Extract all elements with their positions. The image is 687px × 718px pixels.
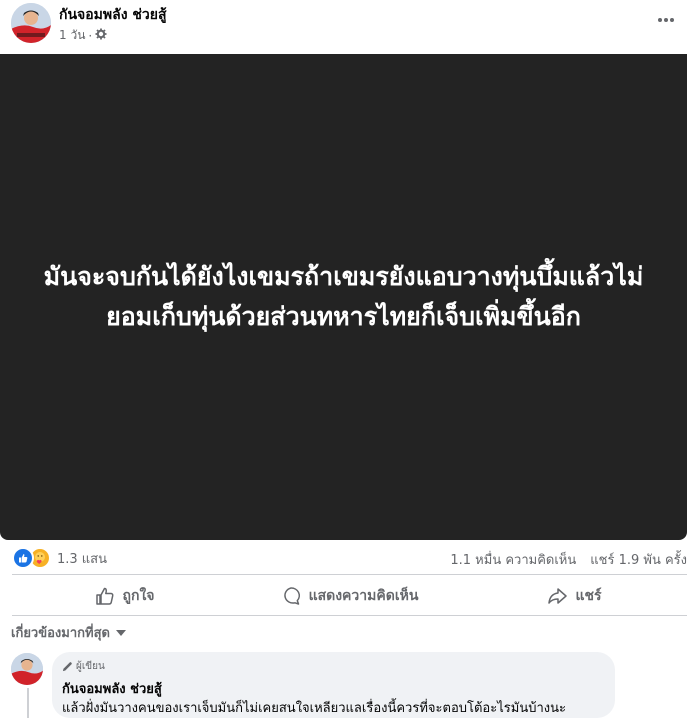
comment-author-avatar[interactable] [11,653,43,685]
author-badge-label: ผู้เขียน [76,661,105,672]
like-icon [12,547,34,569]
caret-down-icon [115,629,126,636]
share-count[interactable]: แชร์ 1.9 พัน ครั้ง [590,549,687,570]
share-button-label: แชร์ [575,588,602,604]
pencil-icon [62,662,72,672]
reaction-count: 1.3 แสน [57,551,108,567]
like-button[interactable]: ถูกใจ [12,576,237,616]
like-button-label: ถูกใจ [122,588,155,604]
comment-bubble: ผู้เขียน กันจอมพลัง ช่วยสู้ แล้วฝั่งมันว… [52,652,615,718]
actions-divider [12,615,687,616]
comment-button-label: แสดงความคิดเห็น [308,588,419,604]
comment-count[interactable]: 1.1 หมื่น ความคิดเห็น [450,549,576,570]
post-meta: 1 วัน · [59,26,107,45]
share-icon [548,588,568,604]
comment-button[interactable]: แสดงความคิดเห็น [237,576,462,616]
sort-label: เกี่ยวข้องมากที่สุด [11,626,110,641]
author-badge: ผู้เขียน [62,659,105,674]
engagement-stats: 1.3 แสน 1.1 หมื่น ความคิดเห็น แชร์ 1.9 พ… [0,544,687,572]
comment-text: แล้วฝั่งมันวางคนของเราเจ็บมันก็ไม่เคยสนใ… [62,701,566,716]
post-header: กันจอมพลัง ช่วยสู้ 1 วัน · [0,0,687,54]
post-body-text: มันจะจบกันได้ยังไงเขมรถ้าเขมรยังแอบวางทุ… [43,262,644,331]
stats-divider [12,574,687,575]
comment-icon [283,587,300,605]
post-actions-bar: ถูกใจ แสดงความคิดเห็น แชร์ [12,576,687,616]
gear-icon[interactable] [95,28,107,43]
thumbs-up-icon [95,587,114,605]
post-time[interactable]: 1 วัน [59,26,85,45]
more-options-button[interactable] [654,8,678,32]
comment-share-counts: 1.1 หมื่น ความคิดเห็น แชร์ 1.9 พัน ครั้ง [450,549,687,570]
meta-separator: · [88,28,93,43]
comment-sort-dropdown[interactable]: เกี่ยวข้องมากที่สุด [11,622,126,643]
page-avatar[interactable] [11,3,51,43]
reaction-summary[interactable]: 1.3 แสน [12,547,107,569]
more-dots-icon [658,18,674,22]
page-name[interactable]: กันจอมพลัง ช่วยสู้ [59,4,167,26]
post-text-panel[interactable]: มันจะจบกันได้ยังไงเขมรถ้าเขมรยังแอบวางทุ… [0,54,687,540]
comment-thread-line [27,688,29,718]
share-button[interactable]: แชร์ [462,576,687,616]
comment-author-name[interactable]: กันจอมพลัง ช่วยสู้ [62,678,162,699]
